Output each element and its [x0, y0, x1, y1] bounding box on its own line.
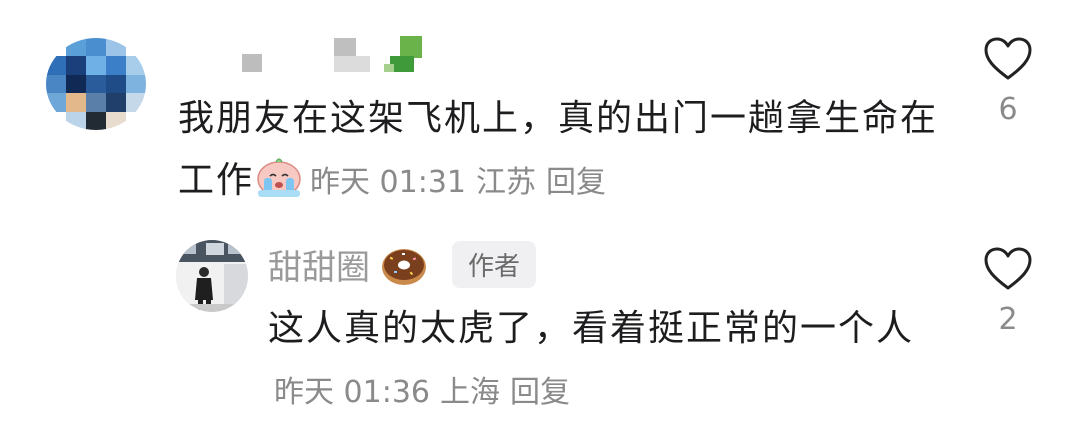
like-count: 6 — [998, 92, 1018, 127]
heart-icon[interactable] — [983, 246, 1033, 292]
reply-like-area: 2 — [978, 246, 1038, 337]
username-pixelated[interactable] — [238, 36, 438, 76]
heart-icon[interactable] — [983, 36, 1033, 82]
comment-section: 我朋友在这架飞机上，真的出门一趟拿生命在工作 昨天 01:31江苏回复 6 — [0, 0, 1080, 437]
crying-face-emoji — [254, 152, 304, 198]
comment-body: 我朋友在这架飞机上，真的出门一趟拿生命在工作 昨天 01:31 江苏 回复 — [178, 88, 938, 214]
author-badge: 作者 — [452, 241, 537, 288]
reply-meta: 昨天 01:36 上海 回复 — [274, 375, 570, 410]
avatar[interactable] — [46, 38, 146, 130]
reply-button[interactable]: 回复 — [546, 165, 606, 200]
reply-time: 昨天 01:36 — [274, 375, 430, 410]
comment-meta: 昨天 01:31 江苏 回复 — [310, 165, 606, 200]
reply-avatar[interactable] — [176, 240, 248, 312]
reply-text: 这人真的太虎了，看着挺正常的一个人 — [268, 308, 915, 349]
like-area: 6 — [978, 36, 1038, 127]
reply-reply-button[interactable]: 回复 — [510, 375, 570, 410]
reply-username[interactable]: 甜甜圈 — [268, 240, 370, 289]
reply-like-count: 2 — [998, 302, 1018, 337]
comment-location: 江苏 — [476, 165, 537, 200]
reply-header: 甜甜圈 作者 — [268, 240, 537, 289]
reply-location: 上海 — [440, 375, 500, 410]
reply-body: 这人真的太虎了，看着挺正常的一个人昨天 01:36 上海 回复 — [268, 298, 928, 424]
donut-emoji — [382, 248, 426, 285]
comment-time: 昨天 01:31 — [310, 165, 467, 200]
